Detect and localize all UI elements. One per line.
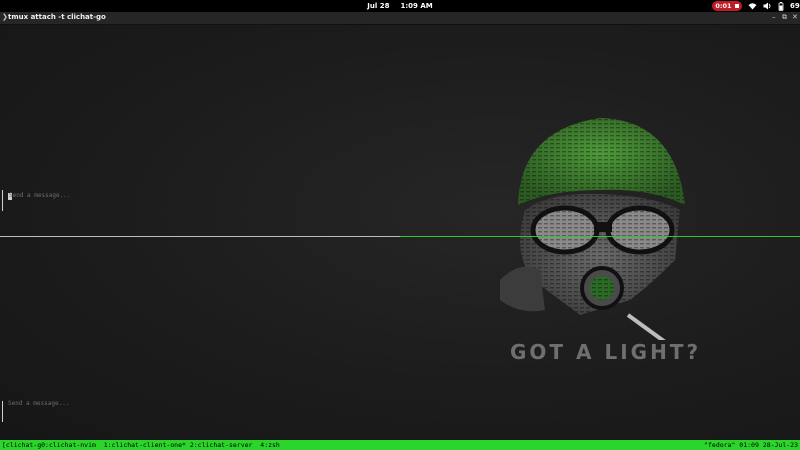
gas-mask-wallpaper-image — [500, 118, 685, 340]
date-text: Jul 28 — [367, 2, 390, 10]
minimize-icon[interactable]: – — [772, 13, 776, 21]
stop-icon — [734, 4, 739, 8]
bottom-message-input[interactable]: Send a message... — [8, 400, 69, 407]
bottom-pane-input-bar — [2, 401, 3, 422]
tmux-pane-divider[interactable] — [0, 236, 800, 237]
tmux-status-bar: [clichat-g0:clichat-nvim 1:clichat-clien… — [0, 440, 800, 450]
wallpaper-slogan: GOT A LIGHT? — [510, 340, 702, 364]
close-icon[interactable]: ✕ — [792, 13, 798, 21]
tmux-status-right: "fedora" 01:09 28-Jul-23 — [704, 441, 798, 449]
recording-time: 0:01 — [715, 2, 732, 10]
system-status-area[interactable]: 69% — [748, 0, 800, 12]
battery-icon — [778, 1, 784, 11]
tmux-window-list[interactable]: [clichat-g0:clichat-nvim 1:clichat-clien… — [2, 440, 280, 450]
screen-recording-indicator[interactable]: 0:01 — [712, 1, 742, 11]
maximize-icon[interactable]: ⧉ — [782, 13, 787, 22]
window-title: tmux attach -t clichat-go — [8, 13, 106, 21]
top-pane-input-bar — [2, 190, 3, 211]
volume-icon — [763, 2, 772, 10]
system-top-bar: Jul 28 1:09 AM 0:01 69% — [0, 0, 800, 12]
terminal-title-bar[interactable]: ❯ tmux attach -t clichat-go – ⧉ ✕ — [0, 12, 800, 25]
date-time-clock[interactable]: Jul 28 1:09 AM — [0, 0, 800, 12]
time-text: 1:09 AM — [400, 2, 433, 10]
terminal-prompt-icon: ❯ — [2, 13, 8, 21]
battery-percentage: 69% — [790, 2, 800, 10]
terminal-area[interactable]: GOT A LIGHT? Send a message... Send a me… — [0, 25, 800, 440]
top-message-input[interactable]: Send a message... — [9, 192, 70, 199]
wifi-icon — [748, 2, 757, 10]
